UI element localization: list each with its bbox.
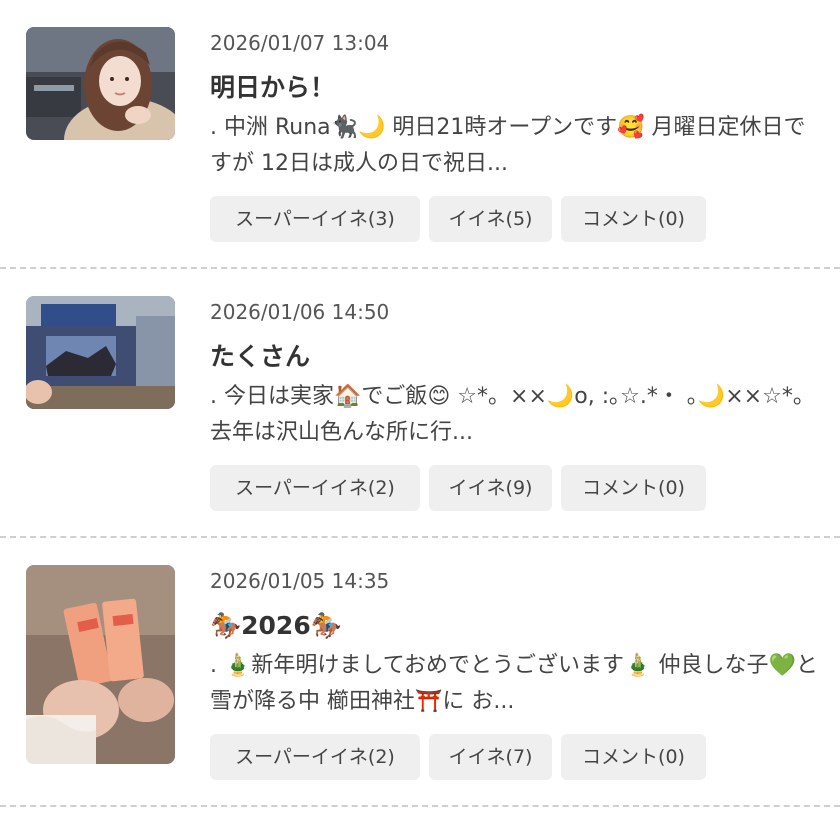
comment-button[interactable]: コメント(0) (561, 196, 706, 242)
super-like-button[interactable]: スーパーイイネ(2) (210, 465, 420, 511)
like-button[interactable]: イイネ(7) (429, 734, 552, 780)
post-excerpt[interactable]: . 今日は実家🏠でご飯😊 ☆*。××🌙o, :｡☆.*・ ｡🌙××☆*。 去年は… (210, 379, 820, 451)
post-title[interactable]: 明日から！ (210, 71, 820, 105)
post-item[interactable]: 2026/01/07 13:04 明日から！ . 中洲 Runa🐈‍⬛🌙 明日2… (0, 0, 840, 269)
post-thumbnail[interactable] (26, 565, 175, 764)
super-like-button[interactable]: スーパーイイネ(3) (210, 196, 420, 242)
post-date: 2026/01/06 14:50 (210, 300, 390, 324)
post-thumbnail[interactable] (26, 296, 175, 409)
super-like-button[interactable]: スーパーイイネ(2) (210, 734, 420, 780)
comment-button[interactable]: コメント(0) (561, 734, 706, 780)
post-divider (0, 805, 840, 807)
post-date: 2026/01/05 14:35 (210, 569, 390, 593)
post-excerpt[interactable]: . 🎍新年明けましておめでとうございます🎍 仲良しな子💚と雪が降る中 櫛田神社⛩… (210, 648, 820, 720)
post-title[interactable]: 🏇2026🏇 (210, 609, 820, 643)
post-excerpt[interactable]: . 中洲 Runa🐈‍⬛🌙 明日21時オープンです🥰 月曜日定休日ですが 12日… (210, 110, 820, 182)
like-button[interactable]: イイネ(5) (429, 196, 552, 242)
post-item[interactable]: 2026/01/06 14:50 たくさん . 今日は実家🏠でご飯😊 ☆*。××… (0, 269, 840, 538)
post-thumbnail[interactable] (26, 27, 175, 140)
comment-button[interactable]: コメント(0) (561, 465, 706, 511)
post-title[interactable]: たくさん (210, 340, 820, 374)
post-date: 2026/01/07 13:04 (210, 31, 390, 55)
post-item[interactable]: 2026/01/05 14:35 🏇2026🏇 . 🎍新年明けましておめでとうご… (0, 538, 840, 807)
like-button[interactable]: イイネ(9) (429, 465, 552, 511)
